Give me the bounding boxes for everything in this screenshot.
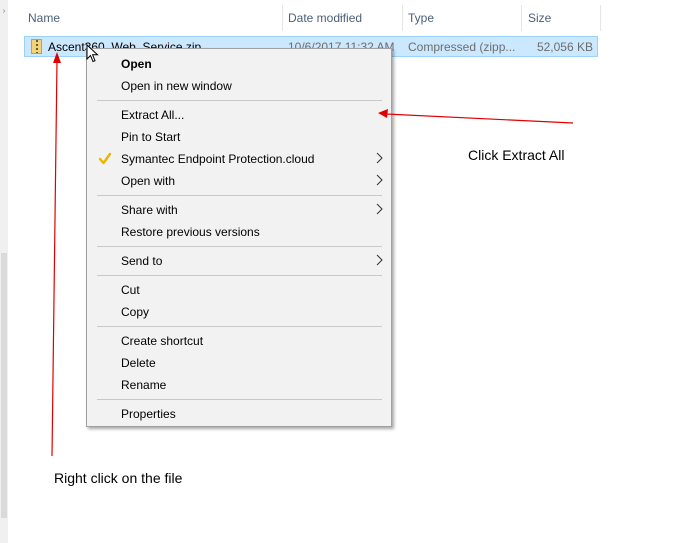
arrow-to-file — [51, 52, 61, 457]
annotation-arrows — [51, 52, 574, 457]
annotation-click-extract-all: Click Extract All — [468, 147, 565, 163]
arrow-to-extract-all — [378, 109, 574, 124]
annotation-right-click-file: Right click on the file — [54, 470, 183, 486]
